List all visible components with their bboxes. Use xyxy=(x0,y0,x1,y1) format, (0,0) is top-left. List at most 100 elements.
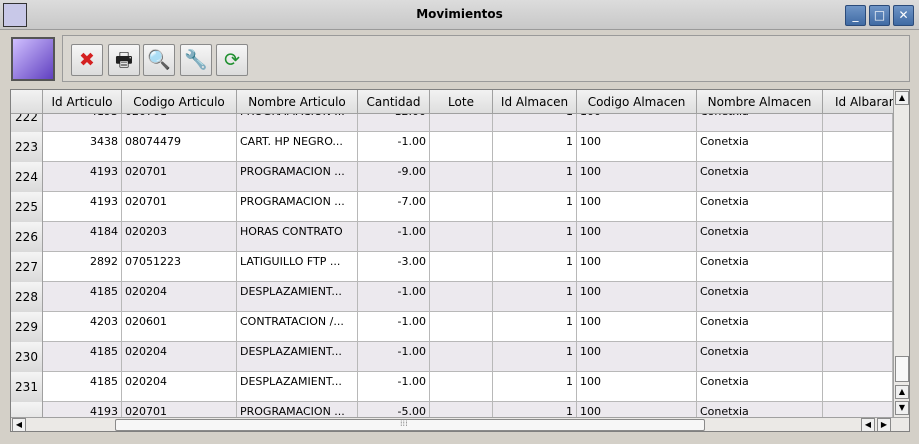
row-header[interactable]: 231 xyxy=(11,372,43,402)
cell-nombre-articulo[interactable]: HORAS CONTRATO xyxy=(237,222,358,252)
cell-id-almacen[interactable]: 1 xyxy=(493,252,577,282)
cell-id-almacen[interactable]: 1 xyxy=(493,132,577,162)
cell-nombre-articulo[interactable]: LATIGUILLO FTP ... xyxy=(237,252,358,282)
cell-id-articulo[interactable]: 4185 xyxy=(43,282,122,312)
cell-cantidad[interactable]: -12.00 xyxy=(358,114,430,132)
cell-codigo-articulo[interactable]: 08074479 xyxy=(122,132,237,162)
cell-id-albaran[interactable] xyxy=(823,192,893,222)
cell-id-articulo[interactable]: 4193 xyxy=(43,162,122,192)
cell-codigo-articulo[interactable]: 020204 xyxy=(122,282,237,312)
table-row[interactable]: 223 3438 08074479 CART. HP NEGRO... -1.00 1 10… xyxy=(11,132,893,162)
column-header-nombre-articulo[interactable]: Nombre Articulo xyxy=(237,90,358,114)
cell-cantidad[interactable]: -3.00 xyxy=(358,252,430,282)
cell-lote[interactable] xyxy=(430,192,493,222)
cell-nombre-articulo[interactable]: PROGRAMACION ... xyxy=(237,114,358,132)
cell-nombre-almacen[interactable]: Conetxia xyxy=(697,372,823,402)
cell-codigo-almacen[interactable]: 100 xyxy=(577,312,697,342)
cell-nombre-articulo[interactable]: PROGRAMACION ... xyxy=(237,162,358,192)
table-row[interactable]: 225 4193 020701 PROGRAMACION ... -7.00 1 100 Co… xyxy=(11,192,893,222)
cell-id-albaran[interactable] xyxy=(823,372,893,402)
cell-id-albaran[interactable] xyxy=(823,282,893,312)
table-row[interactable]: 224 4193 020701 PROGRAMACION ... -9.00 1 100 Co… xyxy=(11,162,893,192)
cell-codigo-articulo[interactable]: 020204 xyxy=(122,372,237,402)
cell-nombre-almacen[interactable]: Conetxia xyxy=(697,282,823,312)
cell-cantidad[interactable]: -5.00 xyxy=(358,402,430,417)
cell-nombre-almacen[interactable]: Conetxia xyxy=(697,192,823,222)
column-header-nombre-almacen[interactable]: Nombre Almacen xyxy=(697,90,823,114)
table-row[interactable]: 2224193020701PROGRAMACION ...-12.00 1100C… xyxy=(11,114,893,132)
search-button[interactable]: 🔍 xyxy=(143,44,175,76)
cell-nombre-almacen[interactable]: Conetxia xyxy=(697,402,823,417)
cell-nombre-almacen[interactable]: Conetxia xyxy=(697,132,823,162)
cell-id-albaran[interactable] xyxy=(823,402,893,417)
movements-table[interactable]: Id Articulo Codigo Articulo Nombre Artic… xyxy=(10,89,910,432)
cell-nombre-articulo[interactable]: PROGRAMACION ... xyxy=(237,402,358,417)
row-header[interactable]: 228 xyxy=(11,282,43,312)
table-row[interactable]: 4193 020701 PROGRAMACION ... -5.00 1 100 Conet… xyxy=(11,402,893,417)
cell-cantidad[interactable]: -1.00 xyxy=(358,312,430,342)
column-header-codigo-articulo[interactable]: Codigo Articulo xyxy=(122,90,237,114)
table-row[interactable]: 230 4185 020204 DESPLAZAMIENT... -1.00 1 100 Co… xyxy=(11,342,893,372)
cell-codigo-almacen[interactable]: 100 xyxy=(577,192,697,222)
column-header-id-articulo[interactable]: Id Articulo xyxy=(43,90,122,114)
cell-codigo-almacen[interactable]: 100 xyxy=(577,252,697,282)
cell-lote[interactable] xyxy=(430,222,493,252)
table-row[interactable]: 228 4185 020204 DESPLAZAMIENT... -1.00 1 100 Co… xyxy=(11,282,893,312)
cell-id-articulo[interactable]: 4193 xyxy=(43,402,122,417)
cell-lote[interactable] xyxy=(430,252,493,282)
scroll-right-arrow-icon[interactable]: ▶ xyxy=(877,418,891,431)
cell-codigo-almacen[interactable]: 100 xyxy=(577,372,697,402)
cell-nombre-articulo[interactable]: CONTRATACION /... xyxy=(237,312,358,342)
cell-codigo-almacen[interactable]: 100 xyxy=(577,222,697,252)
cell-nombre-articulo[interactable]: DESPLAZAMIENT... xyxy=(237,342,358,372)
cell-id-articulo[interactable]: 4203 xyxy=(43,312,122,342)
cell-codigo-almacen[interactable]: 100 xyxy=(577,132,697,162)
cell-codigo-articulo[interactable]: 020701 xyxy=(122,402,237,417)
cell-id-almacen[interactable]: 1 xyxy=(493,312,577,342)
cell-lote[interactable] xyxy=(430,114,493,132)
cell-lote[interactable] xyxy=(430,402,493,417)
cell-cantidad[interactable]: -9.00 xyxy=(358,162,430,192)
cell-codigo-articulo[interactable]: 020204 xyxy=(122,342,237,372)
cell-codigo-almacen[interactable]: 100 xyxy=(577,402,697,417)
cell-codigo-articulo[interactable]: 020701 xyxy=(122,192,237,222)
cell-id-articulo[interactable]: 4184 xyxy=(43,222,122,252)
cell-id-albaran[interactable] xyxy=(823,252,893,282)
delete-button[interactable]: ✖ xyxy=(71,44,103,76)
cell-codigo-articulo[interactable]: 020601 xyxy=(122,312,237,342)
scroll-up-arrow-icon[interactable]: ▲ xyxy=(895,91,909,105)
cell-cantidad[interactable]: -1.00 xyxy=(358,372,430,402)
column-header-id-albaran[interactable]: Id Albaran xyxy=(823,90,893,114)
print-button[interactable]: 🖶 xyxy=(108,44,140,76)
vertical-scroll-thumb[interactable] xyxy=(895,356,909,382)
cell-lote[interactable] xyxy=(430,312,493,342)
cell-id-articulo[interactable]: 4185 xyxy=(43,372,122,402)
cell-cantidad[interactable]: -1.00 xyxy=(358,132,430,162)
cell-lote[interactable] xyxy=(430,372,493,402)
minimize-button[interactable]: _ xyxy=(845,5,866,26)
table-row[interactable]: 229 4203 020601 CONTRATACION /... -1.00 1 100 C… xyxy=(11,312,893,342)
cell-id-almacen[interactable]: 1 xyxy=(493,342,577,372)
cell-nombre-almacen[interactable]: Conetxia xyxy=(697,342,823,372)
row-header[interactable]: 227 xyxy=(11,252,43,282)
cell-id-almacen[interactable]: 1 xyxy=(493,114,577,132)
cell-nombre-articulo[interactable]: PROGRAMACION ... xyxy=(237,192,358,222)
cell-id-albaran[interactable] xyxy=(823,222,893,252)
row-header[interactable]: 229 xyxy=(11,312,43,342)
column-header-codigo-almacen[interactable]: Codigo Almacen xyxy=(577,90,697,114)
cell-lote[interactable] xyxy=(430,342,493,372)
cell-id-albaran[interactable] xyxy=(823,342,893,372)
row-header[interactable]: 223 xyxy=(11,132,43,162)
scroll-left-arrow-icon[interactable]: ◀ xyxy=(12,418,26,431)
cell-nombre-almacen[interactable]: Conetxia xyxy=(697,252,823,282)
refresh-button[interactable]: ⟳ xyxy=(216,44,248,76)
cell-codigo-articulo[interactable]: 07051223 xyxy=(122,252,237,282)
column-header-id-almacen[interactable]: Id Almacen xyxy=(493,90,577,114)
table-row[interactable]: 227 2892 07051223 LATIGUILLO FTP ... -3.00 1 1… xyxy=(11,252,893,282)
cell-id-almacen[interactable]: 1 xyxy=(493,192,577,222)
cell-codigo-almacen[interactable]: 100 xyxy=(577,282,697,312)
row-header[interactable]: 224 xyxy=(11,162,43,192)
cell-nombre-articulo[interactable]: DESPLAZAMIENT... xyxy=(237,372,358,402)
cell-id-articulo[interactable]: 2892 xyxy=(43,252,122,282)
column-header-cantidad[interactable]: Cantidad xyxy=(358,90,430,114)
